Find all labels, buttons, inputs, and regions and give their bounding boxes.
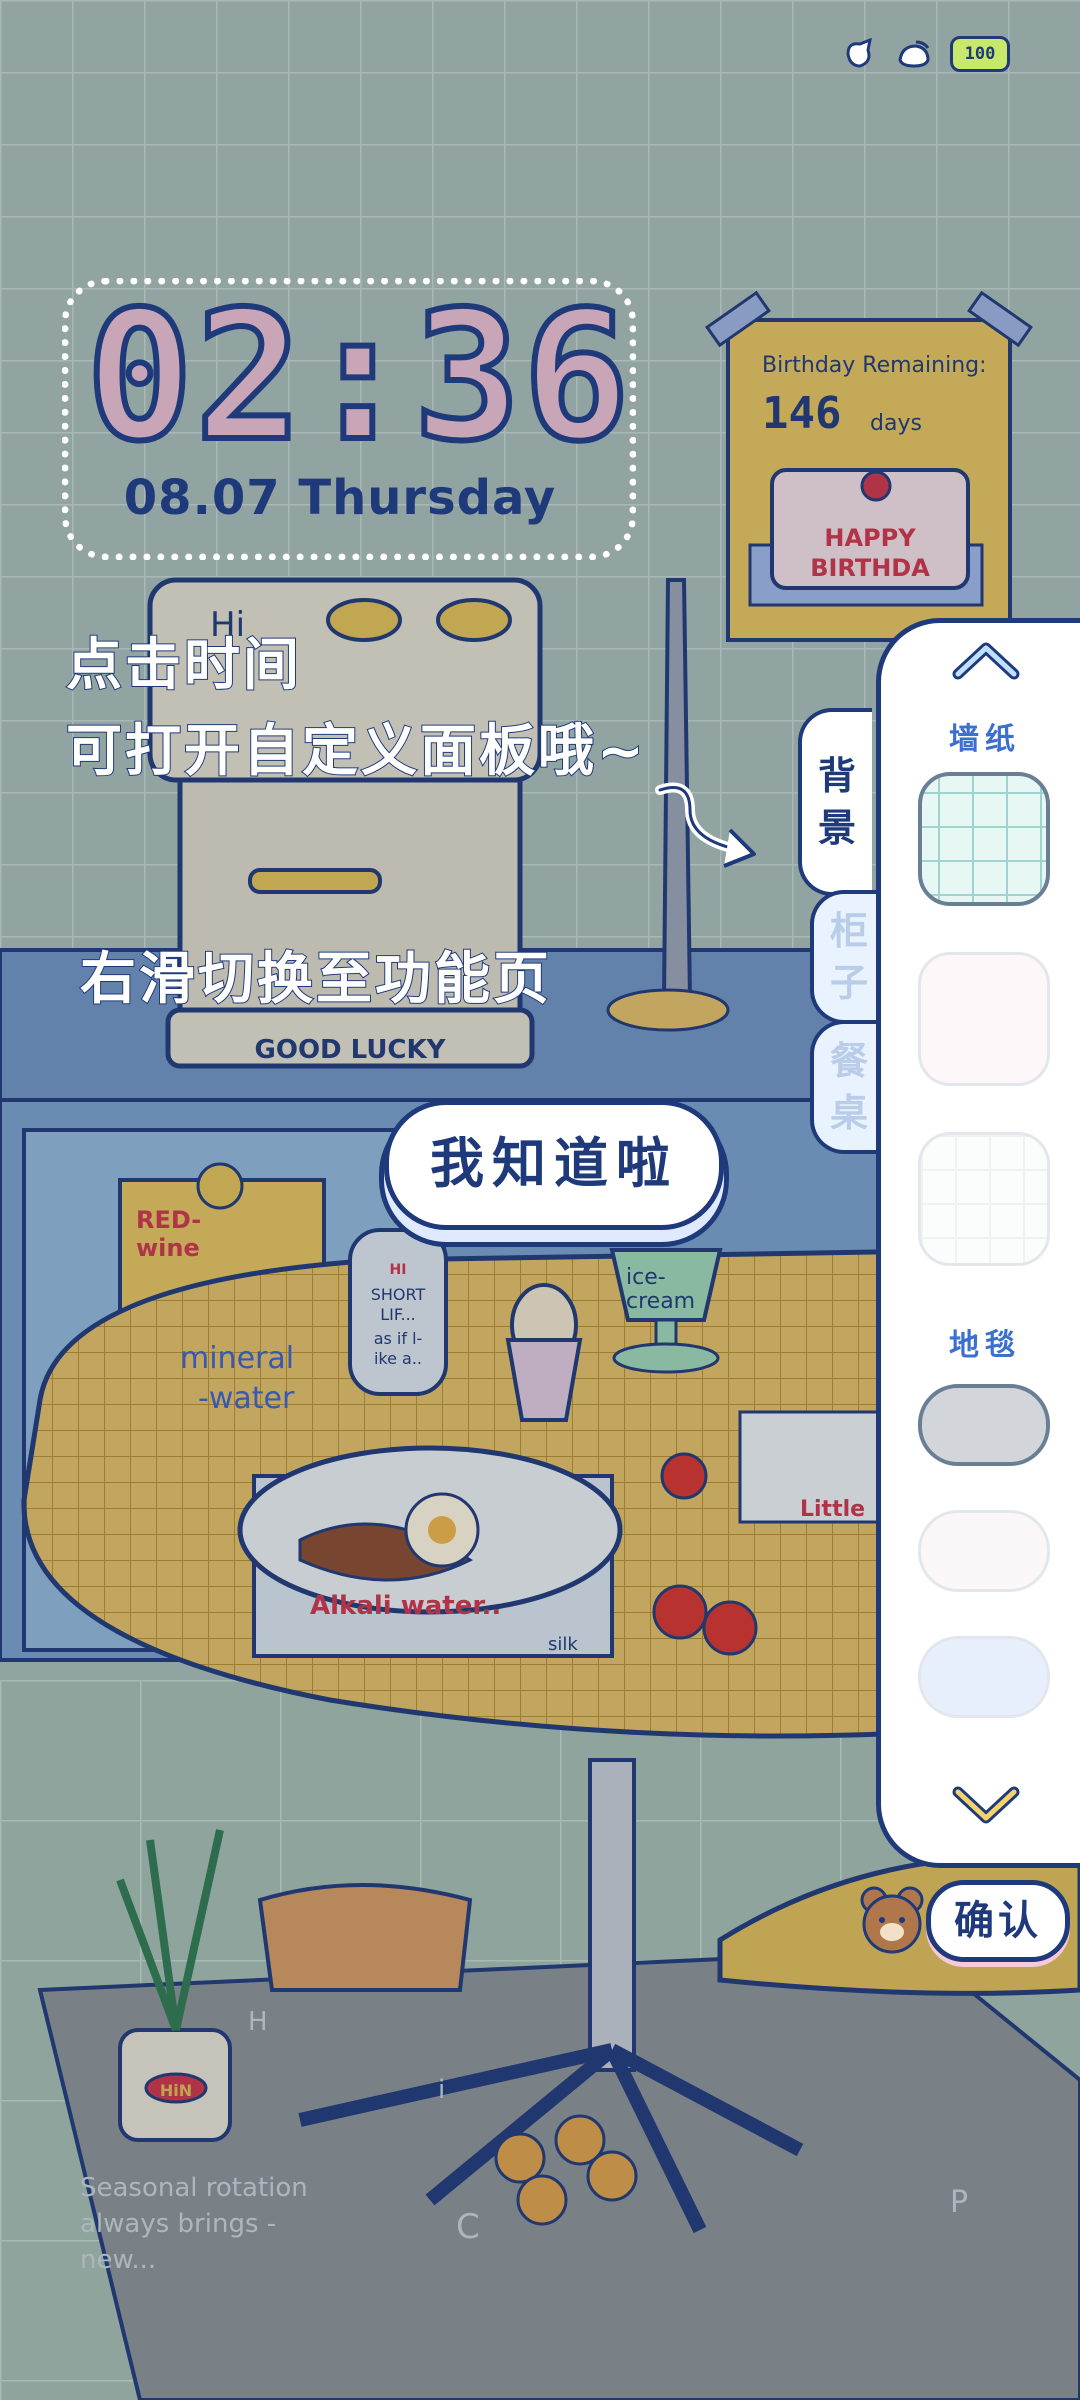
floor-text-1: Seasonal rotation [80, 2173, 308, 2203]
birthday-unit: days [870, 411, 922, 436]
battery-level: 100 [964, 44, 996, 64]
chevron-down-icon[interactable] [952, 1786, 1020, 1826]
mineral-text-1: mineral [180, 1341, 294, 1376]
bear-sticker-icon [860, 1886, 924, 1954]
hint-line-1: 点击时间 [65, 632, 302, 699]
rug-option-3[interactable] [918, 1636, 1050, 1718]
icecream-text-2: cream [626, 1289, 695, 1314]
tab-table[interactable]: 餐桌 [810, 1020, 884, 1154]
cake-text-2: BIRTHDA [810, 554, 930, 582]
bottle-label: HI [390, 1262, 407, 1278]
confirm-button[interactable]: 确认 [926, 1880, 1070, 1962]
bottle-text-4: ike a.. [374, 1349, 422, 1368]
mineral-text-2: -water [198, 1381, 295, 1416]
rug-option-2[interactable] [918, 1510, 1050, 1592]
poster-text-1: RED- [136, 1206, 201, 1234]
floor-letter-c: C [456, 2207, 480, 2247]
confirm-label: 确认 [954, 1898, 1042, 1944]
bottle-text-3: as if l- [374, 1329, 423, 1348]
hint-swipe: 右滑切换至功能页 [79, 946, 552, 1013]
cake-text-1: HAPPY [824, 524, 916, 552]
wallpaper-option-3[interactable] [918, 1132, 1050, 1266]
birthday-days: 146 [762, 388, 841, 439]
notification-icon [846, 38, 872, 68]
tab-cabinet[interactable]: 柜子 [810, 890, 884, 1024]
battery-icon: 100 [950, 36, 1010, 72]
poster-text-2: wine [136, 1234, 200, 1262]
machine-text: GOOD LUCKY [255, 1035, 447, 1065]
hint-line-2: 可打开自定义面板哦~ [65, 718, 647, 785]
napkin-text: Little [800, 1497, 865, 1522]
tab-table-label: 餐桌 [829, 1039, 868, 1135]
got-it-button[interactable]: 我知道啦 [384, 1100, 724, 1230]
clock-time[interactable]: 02:36 [83, 285, 633, 469]
tab-cabinet-label: 柜子 [829, 909, 868, 1005]
bottle-text-2: LIF... [380, 1305, 416, 1324]
section-rug-label: 地毯 [949, 1328, 1021, 1363]
wifi-icon [898, 40, 930, 68]
chevron-up-icon[interactable] [952, 640, 1020, 680]
floor-text-2: always brings - [80, 2209, 276, 2239]
rug-option-1[interactable] [918, 1384, 1050, 1466]
floor-letter-i: i [438, 2075, 445, 2105]
got-it-label: 我知道啦 [430, 1132, 678, 1195]
wallpaper-option-2[interactable] [918, 952, 1050, 1086]
icecream-text-1: ice- [626, 1265, 666, 1290]
floor-text-3: new... [80, 2245, 156, 2275]
pot-label: HiN [160, 2081, 192, 2100]
bottle-text-1: SHORT [371, 1285, 426, 1304]
floor-letter-p: P [950, 2185, 968, 2220]
arrow-icon [655, 782, 756, 868]
placemat-text: Alkali water.. [310, 1591, 501, 1621]
floor-letter-h: H [248, 2007, 268, 2037]
placemat-small: silk [548, 1634, 578, 1655]
tab-background[interactable]: 背景 [798, 708, 872, 896]
tab-background-label-1: 背景 [817, 754, 856, 850]
section-wallpaper-label: 墙纸 [949, 722, 1021, 757]
wallpaper-option-1[interactable] [918, 772, 1050, 906]
birthday-title: Birthday Remaining: [762, 353, 987, 378]
status-bar: 100 [842, 36, 1010, 72]
clock-date[interactable]: 08.07 Thursday [100, 470, 580, 526]
